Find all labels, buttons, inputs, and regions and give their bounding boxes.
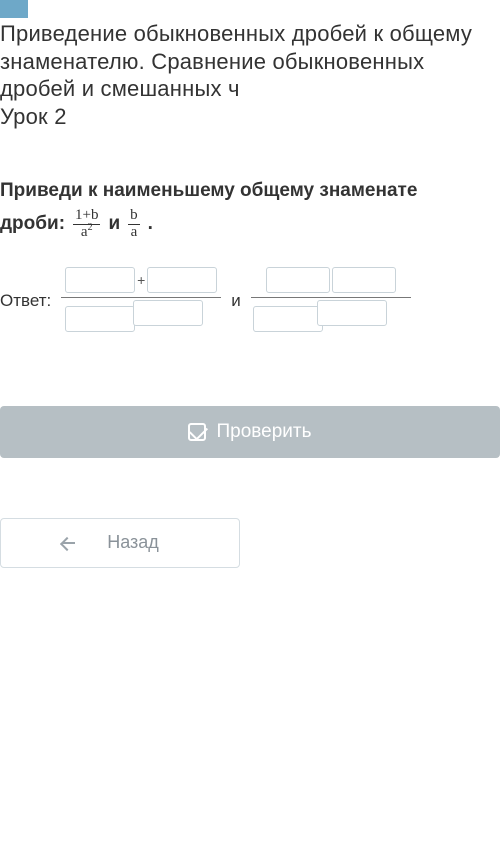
plus-sign: + (135, 272, 147, 288)
answer2-num-slot1[interactable] (266, 267, 330, 293)
fraction-1-denominator: a2 (79, 225, 95, 241)
fraction-bar-2 (251, 297, 411, 298)
check-button[interactable]: Проверить (0, 406, 500, 458)
task-prompt: Приведи к наименьшему общему знаменате д… (0, 180, 500, 241)
check-icon (188, 423, 206, 441)
page-title: Приведение обыкновенных дробей к общему … (0, 20, 500, 130)
fraction-bar (61, 297, 221, 298)
fraction-2: b a (128, 208, 140, 241)
answer-fraction-1-denominator (61, 302, 221, 336)
answer-fraction-2-numerator (266, 267, 396, 293)
answer1-num-slot2[interactable] (147, 267, 217, 293)
fraction-2-denominator: a (129, 225, 140, 241)
top-accent-bar (0, 0, 28, 18)
arrow-left-icon (61, 535, 77, 551)
back-button[interactable]: Назад (0, 518, 240, 568)
answer-fraction-1: + (61, 267, 221, 336)
answer2-num-slot2[interactable] (332, 267, 396, 293)
task-text-line2: дроби: 1+b a2 и b a . (0, 208, 500, 241)
back-button-label: Назад (107, 532, 159, 553)
task-prefix: дроби: (0, 213, 65, 235)
answer-fraction-2-denominator (251, 302, 411, 336)
task-conj: и (108, 213, 120, 235)
task-text-line1: Приведи к наименьшему общему знаменате (0, 180, 500, 202)
answer2-den-slot1[interactable] (253, 306, 323, 332)
answer-conj: и (231, 291, 241, 311)
answer-label: Ответ: (0, 291, 51, 311)
answer1-num-slot1[interactable] (65, 267, 135, 293)
answer-fraction-2 (251, 267, 411, 336)
answer1-den-slot2[interactable] (133, 300, 203, 326)
answer-row: Ответ: + и (0, 267, 500, 336)
answer-fraction-1-numerator: + (65, 267, 217, 293)
check-button-label: Проверить (216, 421, 311, 443)
answer1-den-slot1[interactable] (65, 306, 135, 332)
fraction-1: 1+b a2 (73, 208, 100, 241)
task-suffix: . (148, 213, 153, 235)
answer2-den-slot2[interactable] (317, 300, 387, 326)
fraction-2-numerator: b (128, 208, 140, 225)
